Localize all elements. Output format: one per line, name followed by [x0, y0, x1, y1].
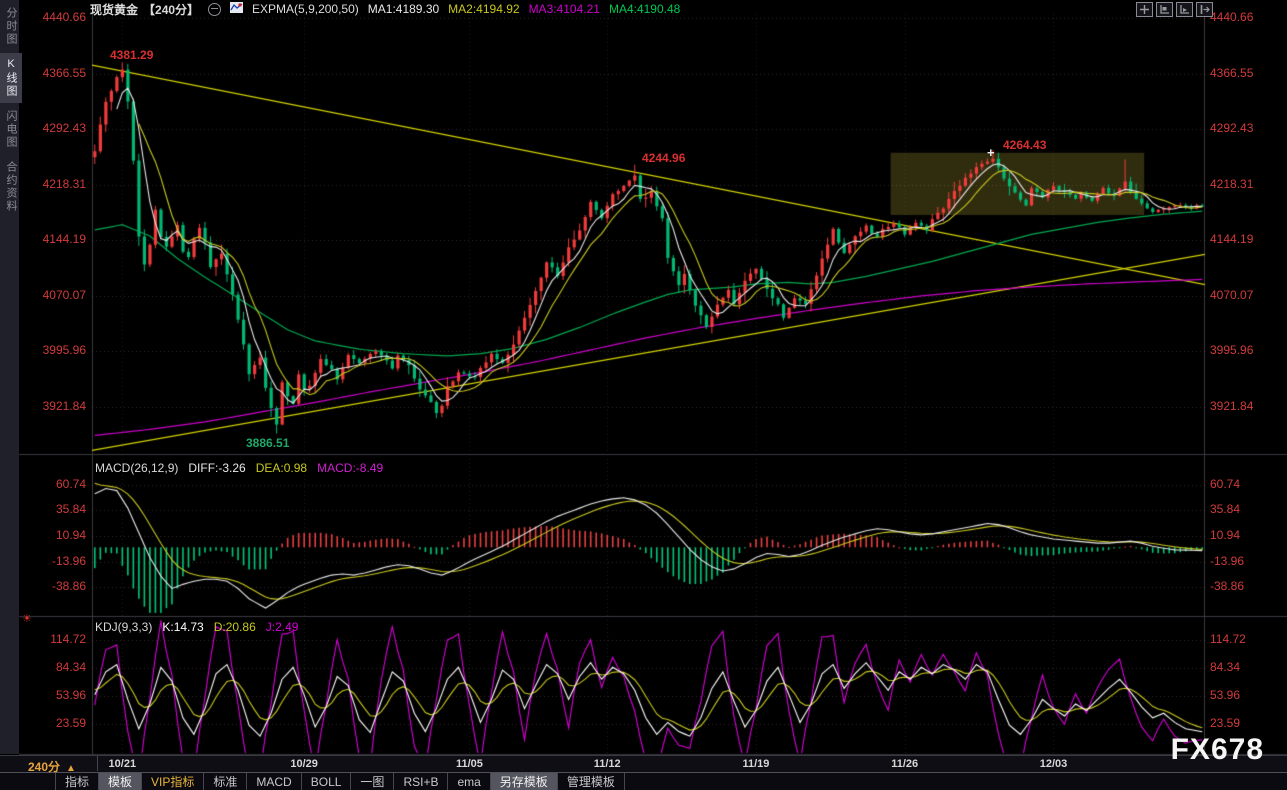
toolbar-button-0[interactable]: 指标 [55, 773, 100, 790]
macd-diff-value: DIFF:-3.26 [188, 461, 246, 475]
high-point-cross-marker: + [987, 145, 995, 160]
toolbar-button-2[interactable]: VIP指标 [142, 773, 205, 790]
date-tick-10-21: 10/21 [108, 758, 137, 770]
date-tick-11-26: 11/26 [891, 758, 919, 770]
axis-tick-label: 84.34 [1210, 659, 1241, 674]
kdj-k-value: K:14.73 [162, 620, 204, 634]
watermark: FX678 [1170, 733, 1264, 766]
sidebar-item-0[interactable]: 分时图 [0, 2, 22, 51]
period-up-triangle-icon: ▲ [66, 763, 76, 774]
chart-canvas[interactable] [0, 0, 1287, 790]
axis-tick-label: 10.94 [55, 528, 86, 542]
ma3-value: MA3:4104.21 [528, 2, 600, 16]
kdj-d-value: D:20.86 [213, 620, 256, 634]
macd-panel-header: MACD(26,12,9) DIFF:-3.26 DEA:0.98 MACD:-… [95, 461, 383, 475]
toolbar-button-4[interactable]: MACD [247, 773, 302, 790]
axis-tick-label: 35.84 [1210, 502, 1241, 517]
toolbar-button-3[interactable]: 标准 [204, 773, 248, 790]
kdj-j-value: J:2.49 [265, 620, 299, 634]
axis-tick-label: 4144.19 [1210, 232, 1254, 247]
date-tick-12-03: 12/03 [1039, 758, 1068, 770]
axis-tick-label: 60.74 [1210, 476, 1241, 491]
kdj-panel-header: KDJ(9,3,3) K:14.73 D:20.86 J:2.49 [95, 620, 298, 634]
axis-tick-label: 60.74 [55, 476, 86, 491]
period-label: 240分 [28, 760, 61, 774]
indicator-toolbar: 指标 模板 VIP指标 标准 MACD BOLL 一图 RSI+B ema 另存模板 管理模板 [0, 772, 1287, 790]
axis-tick-label: 4292.43 [42, 121, 86, 136]
date-tick-11-05: 11/05 [455, 758, 483, 770]
instrument-title: 现货黄金 [90, 2, 139, 17]
axis-tick-label: 10.94 [1210, 528, 1241, 542]
period-selector[interactable]: 240分 ▲ [28, 758, 76, 775]
main-chart-header: 现货黄金 【240分】 EXPMA(5,9,200,50) MA1:4189.3… [90, 2, 681, 17]
toolbar-button-8[interactable]: ema [448, 773, 491, 790]
toolbar-button-6[interactable]: 一图 [351, 773, 395, 790]
axis-tick-label: 4292.43 [1210, 121, 1254, 136]
axis-tick-label: 114.72 [1210, 632, 1246, 646]
axis-zoom-left-icon[interactable] [1156, 2, 1173, 17]
axis-tick-label: 4218.31 [1210, 176, 1254, 191]
date-tick-10-29: 10/29 [290, 758, 318, 770]
axis-tick-label: 3921.84 [1210, 399, 1254, 414]
axis-zoom-right-icon[interactable] [1176, 2, 1193, 17]
sidebar-item-1[interactable]: K线图 [0, 53, 22, 103]
period-badge: 【240分】 [143, 2, 200, 17]
axis-tick-label: 53.96 [55, 687, 86, 702]
axis-tick-label: 4070.07 [42, 287, 86, 302]
axis-tick-label: 35.84 [55, 502, 86, 517]
sidebar-item-3[interactable]: 合约资料 [0, 156, 22, 218]
axis-tick-label: 4366.55 [42, 65, 86, 80]
axis-tick-label: 4070.07 [1210, 287, 1254, 302]
mini-chart-icon [230, 2, 244, 16]
price-annotation: 4244.96 [642, 151, 686, 165]
sun-marker-icon[interactable]: ☀ [22, 612, 32, 625]
date-tick-11-19: 11/19 [742, 758, 770, 770]
macd-dea-value: DEA:0.98 [255, 461, 308, 475]
macd-value: MACD:-8.49 [317, 461, 384, 475]
axis-tick-label: 3995.96 [1210, 343, 1254, 358]
toolbar-button-7[interactable]: RSI+B [394, 773, 449, 790]
price-annotation: 4381.29 [110, 48, 154, 62]
axis-tick-label: 53.96 [1210, 687, 1241, 702]
sidebar-item-2[interactable]: 闪电图 [0, 105, 22, 154]
toolbar-button-5[interactable]: BOLL [302, 773, 352, 790]
axis-tick-label: 4366.55 [1210, 65, 1254, 80]
trading-app-window: 分时图 K线图 闪电图 合约资料 现货黄金 【240分】 EXPMA(5,9,200,… [0, 0, 1287, 790]
indicator-name: EXPMA(5,9,200,50) [252, 2, 359, 16]
axis-tick-label: -13.96 [51, 553, 86, 568]
axis-tick-label: 23.59 [1210, 715, 1241, 730]
axis-tick-label: 4440.66 [1210, 10, 1254, 24]
axis-tick-label: -38.86 [51, 579, 86, 594]
chart-tools-icon-group [1136, 2, 1213, 17]
chart-type-sidebar: 分时图 K线图 闪电图 合约资料 [0, 0, 22, 754]
date-tick-11-12: 11/12 [593, 758, 621, 770]
axis-tick-label: 3995.96 [42, 343, 86, 358]
toolbar-button-10[interactable]: 管理模板 [558, 773, 625, 790]
axis-tick-label: 84.34 [55, 659, 86, 674]
ma1-value: MA1:4189.30 [367, 2, 440, 16]
axis-tick-label: -38.86 [1210, 579, 1245, 594]
price-annotation: 3886.51 [246, 436, 290, 450]
ma4-value: MA4:4190.48 [608, 2, 681, 16]
axis-tick-label: 23.59 [55, 715, 86, 730]
axis-tick-label: 3921.84 [42, 399, 86, 414]
macd-indicator-name: MACD(26,12,9) [95, 461, 179, 475]
axis-tick-label: 114.72 [50, 632, 86, 646]
axis-tick-label: -13.96 [1210, 553, 1245, 568]
shift-right-icon[interactable] [1196, 2, 1213, 17]
collapse-indicator-icon[interactable] [208, 2, 222, 16]
toolbar-button-1[interactable]: 模板 [99, 773, 143, 790]
move-crosshair-icon[interactable] [1136, 2, 1153, 17]
axis-tick-label: 4144.19 [42, 232, 86, 247]
axis-tick-label: 4440.66 [42, 10, 86, 24]
price-annotation: 4264.43 [1003, 138, 1047, 152]
ma2-value: MA2:4194.92 [448, 2, 520, 16]
axis-tick-label: 4218.31 [42, 176, 86, 191]
date-axis-row [0, 755, 1287, 772]
toolbar-button-9[interactable]: 另存模板 [490, 773, 558, 790]
kdj-indicator-name: KDJ(9,3,3) [95, 620, 153, 634]
